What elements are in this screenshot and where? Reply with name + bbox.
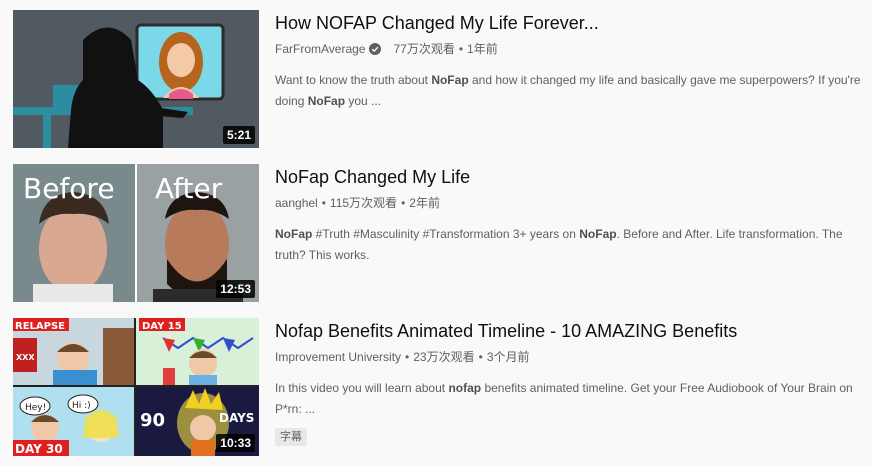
video-thumbnail[interactable]: XXX RELAPSE DAY 15 Hey! Hi :) DAY 30 90 …	[13, 318, 259, 456]
channel-name[interactable]: Improvement University	[275, 348, 401, 366]
thumb-label-xxx: XXX	[16, 353, 35, 362]
video-description: Want to know the truth about NoFap and h…	[275, 70, 872, 112]
video-result[interactable]: 5:21 How NOFAP Changed My Life Forever..…	[13, 10, 872, 148]
video-info: NoFap Changed My Life aanghel • 115万次观看 …	[275, 164, 872, 266]
video-thumbnail[interactable]: 5:21	[13, 10, 259, 148]
meta-separator: •	[321, 196, 326, 210]
thumb-label-relapse: RELAPSE	[15, 321, 65, 332]
thumb-label-days: DAYS	[219, 411, 254, 425]
video-duration: 12:53	[216, 280, 255, 298]
video-info: How NOFAP Changed My Life Forever... Far…	[275, 10, 872, 112]
thumb-after-label: After	[155, 172, 223, 205]
video-result[interactable]: XXX RELAPSE DAY 15 Hey! Hi :) DAY 30 90 …	[13, 318, 872, 456]
channel-name[interactable]: FarFromAverage	[275, 40, 365, 58]
video-meta: Improvement University • 23万次观看 • 3个月前	[275, 348, 872, 366]
meta-separator: •	[405, 350, 410, 364]
video-meta: FarFromAverage 77万次观看 • 1年前	[275, 40, 872, 58]
video-title[interactable]: Nofap Benefits Animated Timeline - 10 AM…	[275, 318, 872, 344]
thumb-label-hey: Hey!	[25, 403, 46, 413]
description-highlight: NoFap	[307, 94, 346, 108]
video-description: NoFap #Truth #Masculinity #Transformatio…	[275, 224, 872, 266]
description-highlight: NoFap	[431, 73, 469, 87]
video-meta: aanghel • 115万次观看 • 2年前	[275, 194, 872, 212]
video-result[interactable]: Before After 12:53 NoFap Changed My Life…	[13, 164, 872, 302]
meta-separator: •	[401, 196, 406, 210]
description-highlight: nofap	[448, 381, 482, 395]
thumb-label-day15: DAY 15	[142, 321, 182, 332]
description-text: you ...	[345, 94, 382, 108]
view-count: 23万次观看	[413, 350, 475, 364]
description-highlight: NoFap	[275, 227, 313, 241]
view-count: 77万次观看	[393, 42, 455, 56]
video-description: In this video you will learn about nofap…	[275, 378, 872, 420]
description-highlight: NoFap	[579, 227, 617, 241]
video-info: Nofap Benefits Animated Timeline - 10 AM…	[275, 318, 872, 446]
description-text: In this video you will learn about	[275, 381, 449, 395]
meta-separator: •	[458, 42, 464, 56]
thumb-before-label: Before	[23, 172, 115, 205]
channel-name[interactable]: aanghel	[275, 194, 318, 212]
description-text: Want to know the truth about	[275, 73, 432, 87]
view-count: 115万次观看	[329, 196, 398, 210]
thumb-label-day30: DAY 30	[15, 442, 63, 456]
description-text: #Truth #Masculinity #Transformation 3+ y…	[312, 227, 580, 241]
thumb-label-90: 90	[140, 410, 165, 431]
subtitles-badge: 字幕	[275, 428, 307, 446]
upload-age: 1年前	[467, 42, 498, 56]
upload-age: 3个月前	[486, 350, 530, 364]
video-duration: 10:33	[216, 434, 255, 452]
thumb-label-hi: Hi :)	[72, 401, 91, 411]
video-title[interactable]: NoFap Changed My Life	[275, 164, 872, 190]
verified-badge-icon	[369, 43, 382, 55]
upload-age: 2年前	[409, 196, 440, 210]
meta-separator: •	[478, 350, 483, 364]
video-thumbnail[interactable]: Before After 12:53	[13, 164, 259, 302]
video-duration: 5:21	[222, 126, 255, 144]
video-title[interactable]: How NOFAP Changed My Life Forever...	[275, 10, 872, 36]
